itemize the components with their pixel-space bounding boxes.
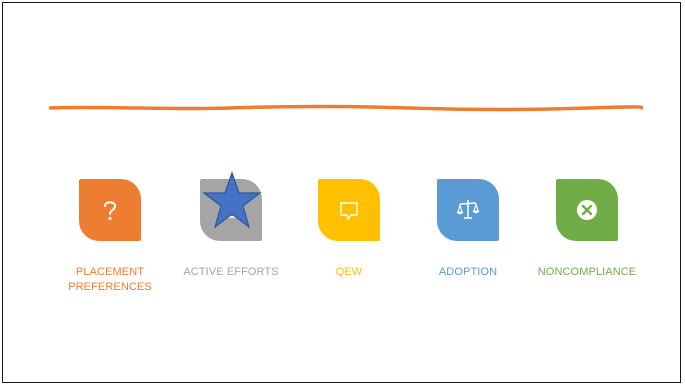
adoption-tile[interactable]: [437, 179, 499, 241]
close-circle-icon: [577, 200, 597, 220]
placement-preferences-tile[interactable]: [79, 179, 141, 241]
noncompliance-label: NONCOMPLIANCE: [537, 266, 637, 278]
placement-preferences-label: PLACEMENT PREFERENCES: [68, 266, 152, 293]
star-icon[interactable]: [202, 171, 262, 231]
scales-icon: [456, 200, 480, 219]
noncompliance-tile[interactable]: [556, 179, 618, 241]
adoption-label: ADOPTION: [438, 266, 498, 278]
accent-divider: [49, 104, 643, 112]
speech-bubble-icon: [340, 202, 358, 220]
qew-label: QEW: [335, 266, 363, 278]
qew-tile[interactable]: [318, 179, 380, 241]
slide: PLACEMENT PREFERENCES ACTIVE EFFORTS QEW…: [2, 2, 681, 383]
active-efforts-label: ACTIVE EFFORTS: [183, 266, 279, 278]
question-mark-icon: [104, 201, 117, 220]
